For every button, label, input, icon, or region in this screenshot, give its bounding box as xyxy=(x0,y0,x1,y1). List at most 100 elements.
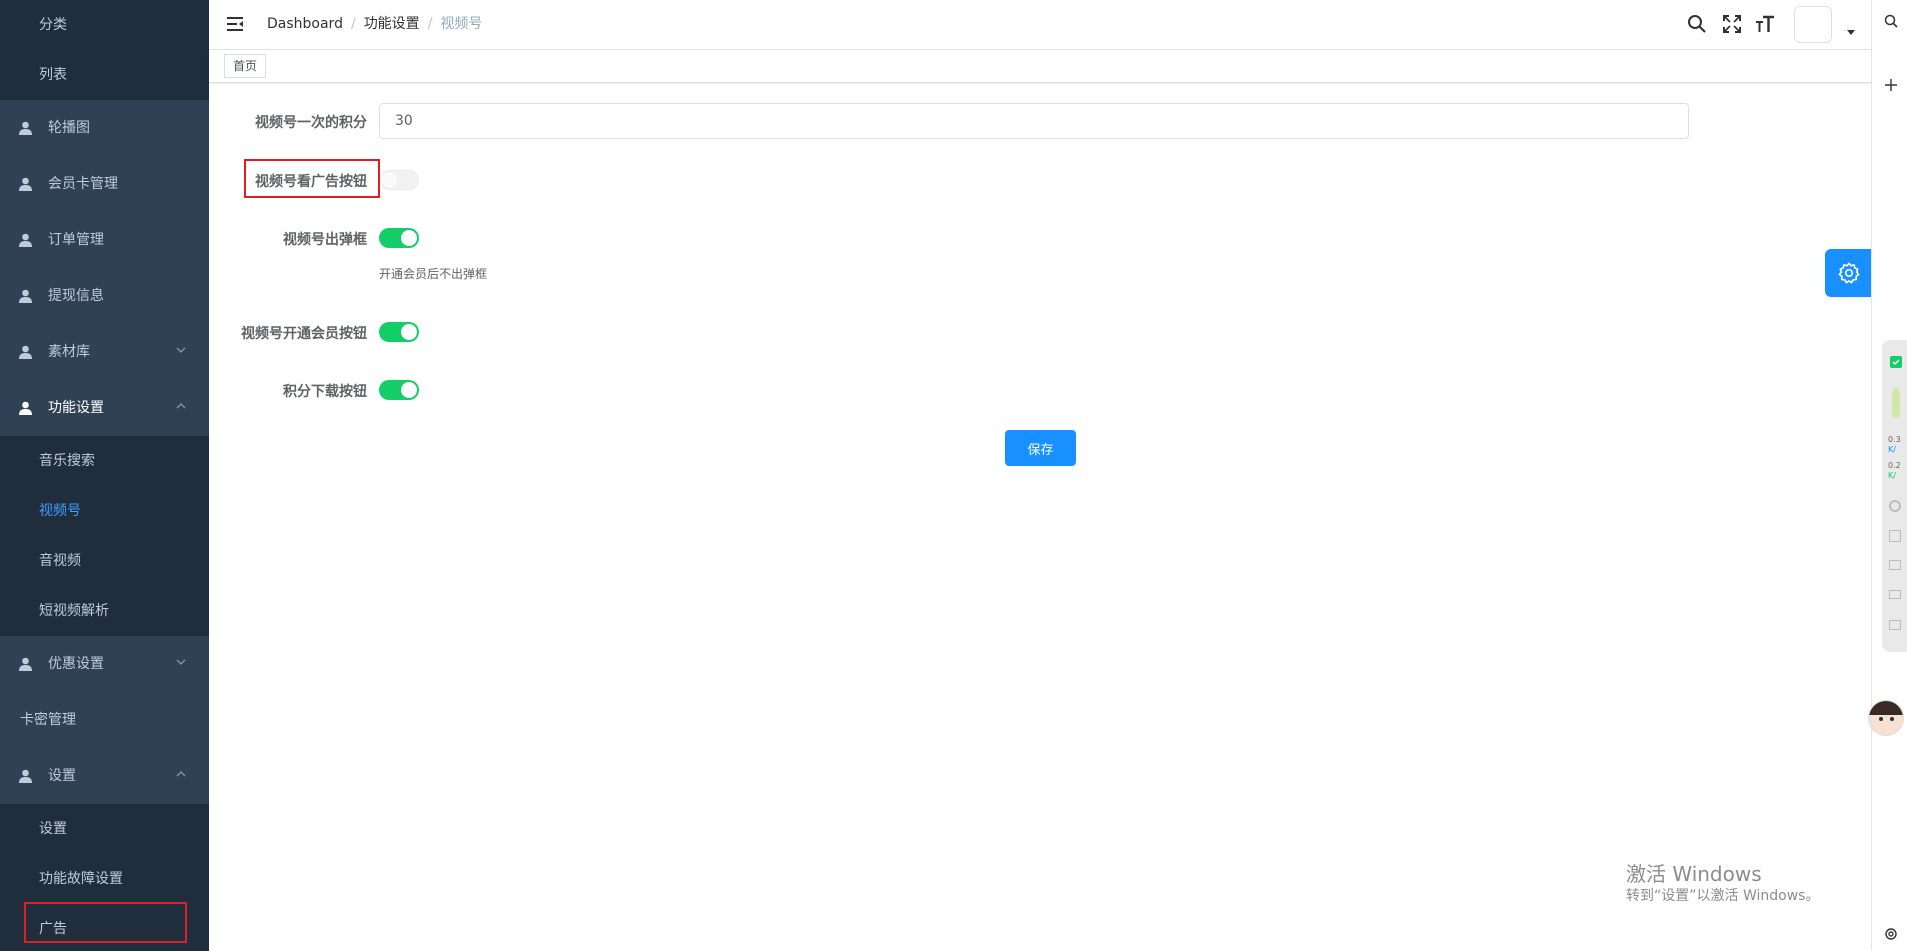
popup-label: 视频号出弹框 xyxy=(283,232,367,248)
screen-icon[interactable] xyxy=(1889,560,1901,570)
watermark-subtitle: 转到“设置”以激活 Windows。 xyxy=(1626,888,1820,904)
shield-check-icon xyxy=(1890,356,1902,368)
breadcrumb-features[interactable]: 功能设置 xyxy=(364,16,420,32)
breadcrumb-current: 视频号 xyxy=(440,16,483,32)
sidebar-item-fault-settings[interactable]: 功能故障设置 xyxy=(0,854,209,904)
user-icon xyxy=(19,289,32,303)
chevron-down-icon xyxy=(176,347,186,353)
upload-speed: 0.3 xyxy=(1888,435,1901,444)
windows-activation-watermark: 激活 Windows 转到“设置”以激活 Windows。 xyxy=(1626,862,1819,906)
user-icon xyxy=(19,657,32,671)
sidebar-item-label: 设置 xyxy=(48,768,76,784)
user-icon xyxy=(19,233,32,247)
breadcrumb-separator: / xyxy=(427,16,433,32)
search-icon[interactable] xyxy=(1884,14,1898,28)
sidebar-item-list[interactable]: 列表 xyxy=(0,50,209,100)
switch-knob xyxy=(401,230,417,246)
sidebar-item-settings[interactable]: 设置 xyxy=(0,748,209,804)
popup-switch[interactable] xyxy=(379,228,419,248)
gear-icon xyxy=(1838,262,1860,284)
chevron-up-icon xyxy=(176,403,186,409)
sidebar-features-submenu: 音乐搜索 视频号 音视频 短视频解析 xyxy=(0,436,209,636)
breadcrumb-dashboard[interactable]: Dashboard xyxy=(267,16,343,32)
switch-knob xyxy=(401,382,417,398)
sidebar-item-withdraw[interactable]: 提现信息 xyxy=(0,268,209,324)
avatar-hair xyxy=(1869,701,1903,715)
sidebar-item-orders[interactable]: 订单管理 xyxy=(0,212,209,268)
chevron-down-icon xyxy=(176,659,186,665)
vip-button-switch[interactable] xyxy=(379,322,419,342)
sidebar-item-label: 提现信息 xyxy=(48,288,104,304)
sidebar-item-discounts[interactable]: 优惠设置 xyxy=(0,636,209,692)
sidebar-item-card-keys[interactable]: 卡密管理 xyxy=(0,692,209,748)
sidebar-item-music-search[interactable]: 音乐搜索 xyxy=(0,436,209,486)
watermark-title: 激活 Windows xyxy=(1626,862,1762,886)
download-button-switch[interactable] xyxy=(379,380,419,400)
video-icon[interactable] xyxy=(1889,590,1901,599)
sidebar-item-carousel[interactable]: 轮播图 xyxy=(0,100,209,156)
ad-button-label: 视频号看广告按钮 xyxy=(255,174,367,190)
popup-hint: 开通会员后不出弹框 xyxy=(379,267,488,281)
fullscreen-icon[interactable] xyxy=(1722,14,1742,34)
sidebar-item-membership[interactable]: 会员卡管理 xyxy=(0,156,209,212)
sidebar-item-video-account[interactable]: 视频号 xyxy=(0,486,209,536)
user-icon xyxy=(19,769,32,783)
upload-unit: K/ xyxy=(1888,445,1896,454)
sidebar-item-short-video-parse[interactable]: 短视频解析 xyxy=(0,586,209,636)
sidebar-item-ads[interactable]: 广告 xyxy=(0,904,209,951)
ad-button-switch[interactable] xyxy=(379,170,419,190)
switch-knob xyxy=(401,324,417,340)
assistant-avatar[interactable] xyxy=(1868,700,1904,736)
sidebar-top-submenu: 分类 列表 xyxy=(0,0,209,100)
download-unit: K/ xyxy=(1888,471,1896,480)
tag-home[interactable]: 首页 xyxy=(224,54,267,78)
sidebar-item-materials[interactable]: 素材库 xyxy=(0,324,209,380)
chevron-up-icon xyxy=(176,771,186,777)
settings-fab[interactable] xyxy=(1825,249,1873,297)
plus-icon[interactable] xyxy=(1884,78,1898,92)
sidebar-item-label: 轮播图 xyxy=(48,120,90,136)
user-icon xyxy=(19,121,32,135)
avatar-eye xyxy=(1890,717,1894,721)
sidebar-main-menu-2: 优惠设置 卡密管理 设置 xyxy=(0,636,209,804)
sidebar-item-audio-video[interactable]: 音视频 xyxy=(0,536,209,586)
tags-view: 首页 xyxy=(209,50,1871,83)
save-button[interactable]: 保存 xyxy=(1005,430,1076,466)
image-icon[interactable] xyxy=(1889,530,1901,542)
caret-down-icon[interactable] xyxy=(1847,30,1855,36)
user-icon xyxy=(19,401,32,415)
switch-knob xyxy=(381,172,397,188)
avatar-eye xyxy=(1879,717,1883,721)
memory-bar xyxy=(1892,388,1900,418)
sidebar-item-label: 素材库 xyxy=(48,344,90,360)
user-icon xyxy=(19,345,32,359)
sidebar-item-label: 优惠设置 xyxy=(48,656,104,672)
search-icon[interactable] xyxy=(1687,14,1707,34)
sidebar-item-general-settings[interactable]: 设置 xyxy=(0,804,209,854)
user-icon xyxy=(19,177,32,191)
gear-icon[interactable] xyxy=(1884,927,1898,941)
hamburger-icon[interactable] xyxy=(226,15,244,33)
points-input[interactable] xyxy=(379,103,1689,139)
breadcrumb-separator: / xyxy=(350,16,356,32)
download-speed: 0.2 xyxy=(1888,461,1901,470)
navbar: Dashboard / 功能设置 / 视频号 xyxy=(209,0,1871,50)
tool-icon[interactable] xyxy=(1889,500,1901,512)
avatar[interactable] xyxy=(1794,6,1832,43)
sidebar-item-category[interactable]: 分类 xyxy=(0,0,209,50)
sidebar-item-label: 订单管理 xyxy=(48,232,104,248)
download-button-label: 积分下载按钮 xyxy=(283,384,367,400)
sidebar-item-features[interactable]: 功能设置 xyxy=(0,380,209,436)
sidebar-item-label: 功能设置 xyxy=(48,400,104,416)
network-widget[interactable]: 0.3 K/ 0.2 K/ xyxy=(1882,340,1907,652)
screenshot-icon[interactable] xyxy=(1889,620,1901,630)
sidebar-main-menu: 轮播图 会员卡管理 订单管理 提现信息 素材库 功能设置 xyxy=(0,100,209,436)
sidebar-item-label: 会员卡管理 xyxy=(48,176,118,192)
font-size-icon[interactable] xyxy=(1755,14,1775,34)
points-label: 视频号一次的积分 xyxy=(255,115,367,131)
vip-button-label: 视频号开通会员按钮 xyxy=(241,326,367,342)
sidebar-item-label: 卡密管理 xyxy=(20,712,76,728)
breadcrumb: Dashboard / 功能设置 / 视频号 xyxy=(267,15,482,33)
sidebar-settings-submenu: 设置 功能故障设置 广告 xyxy=(0,804,209,951)
sidebar: 分类 列表 轮播图 会员卡管理 订单管理 提现信息 素材库 功能设置 音乐搜索 … xyxy=(0,0,209,951)
